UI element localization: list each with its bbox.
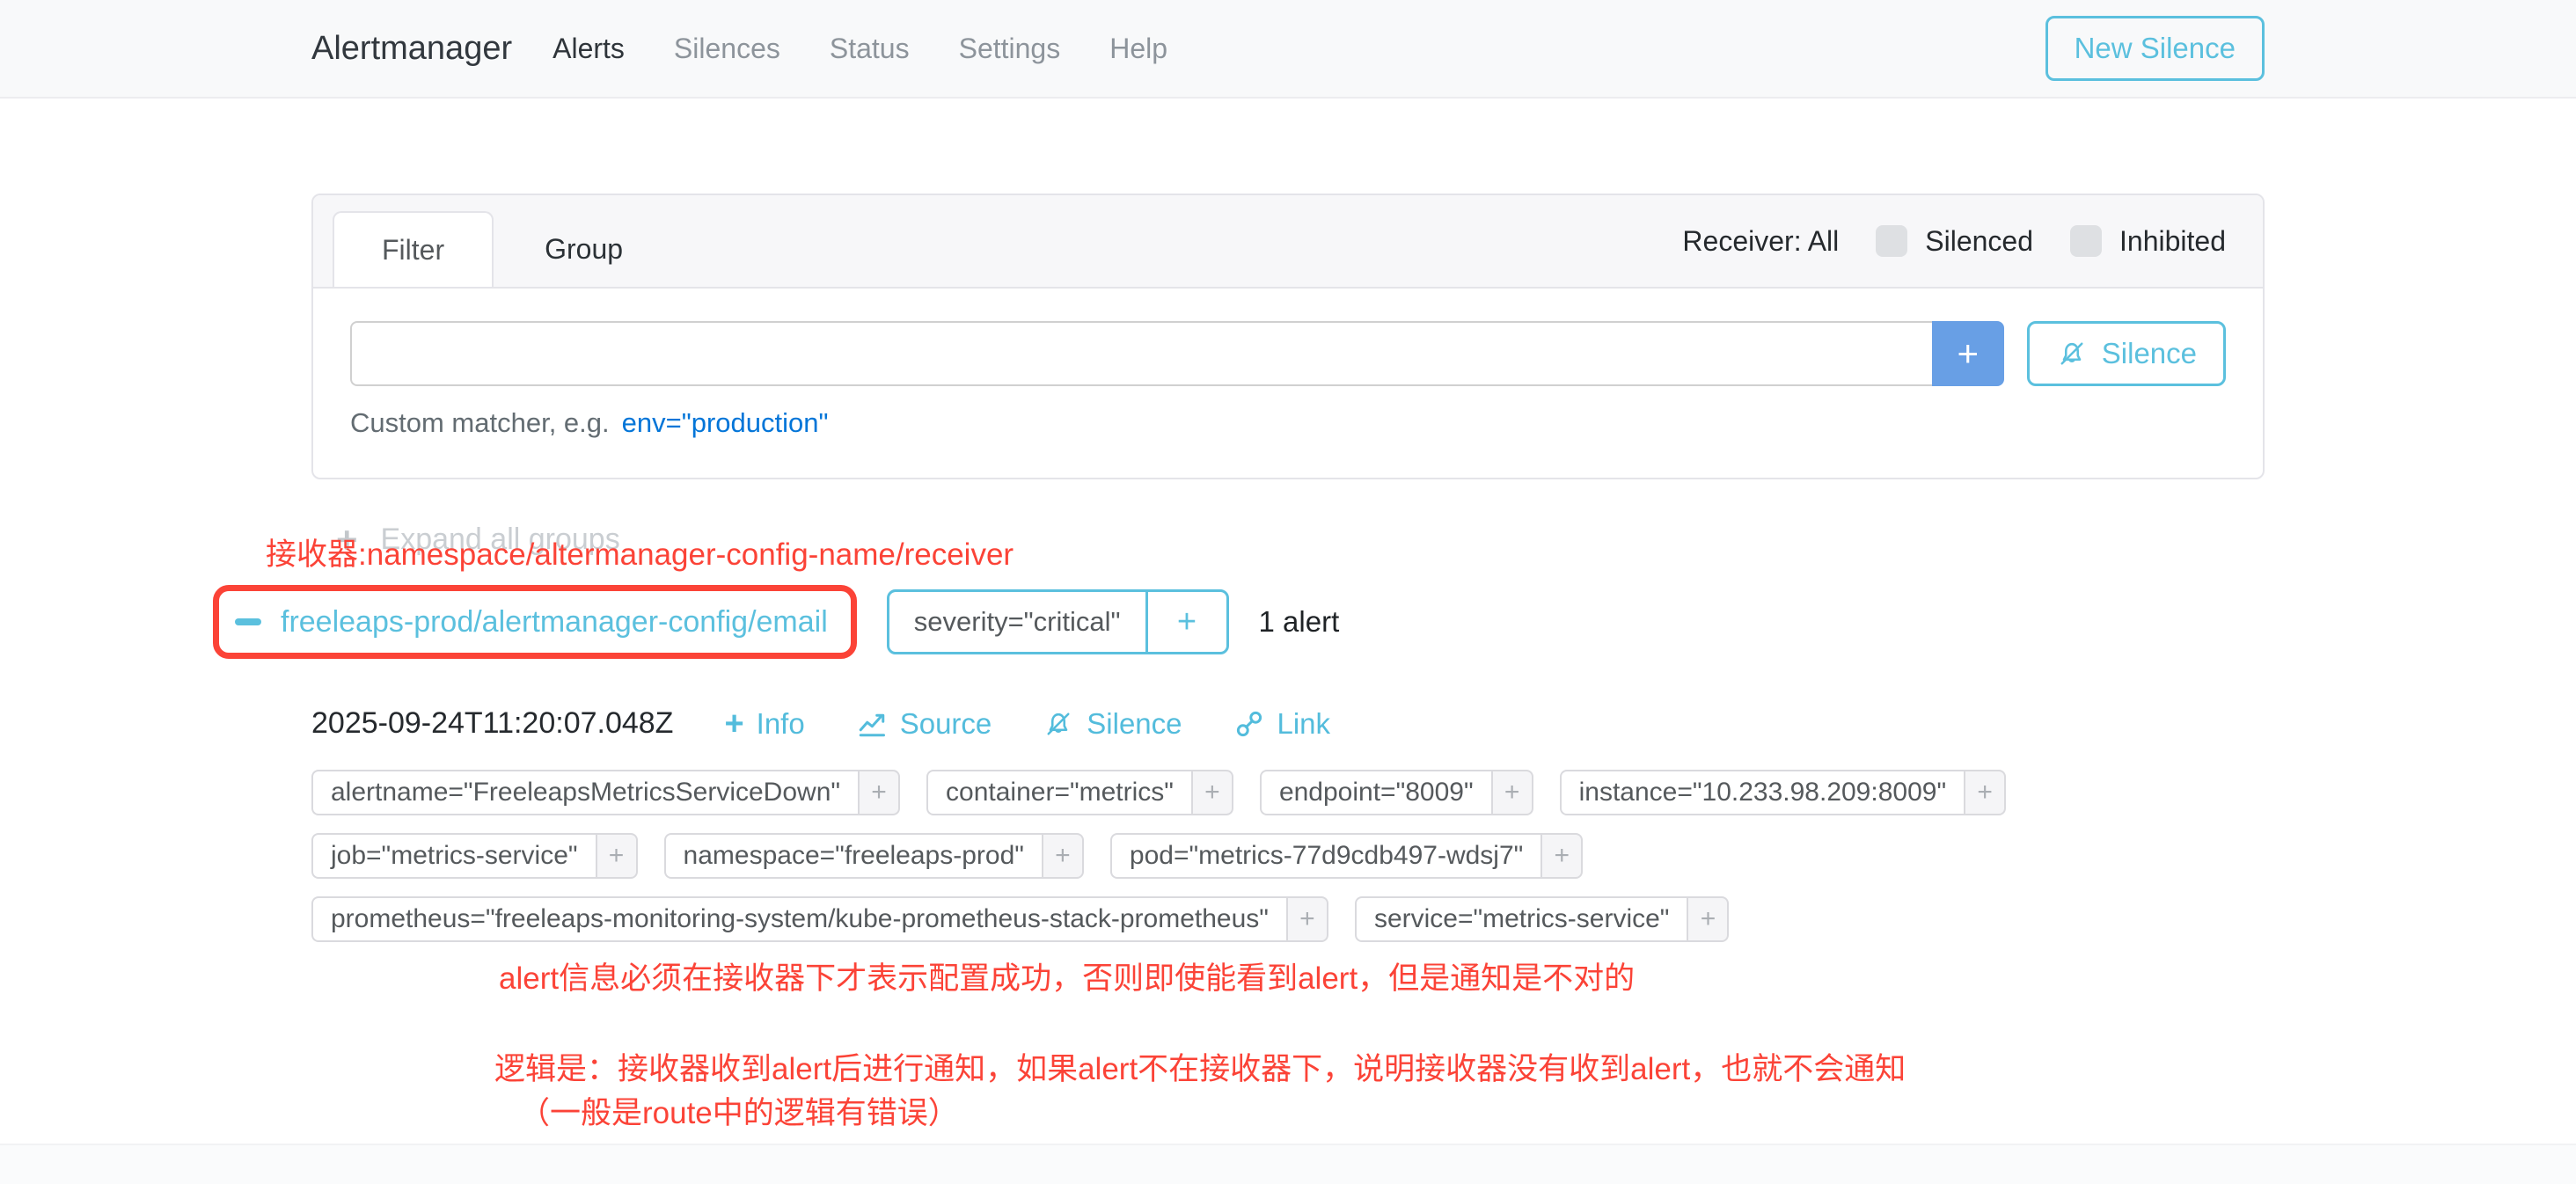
inhibited-checkbox[interactable] [2070,225,2102,257]
navbar-inner: Alertmanager Alerts Silences Status Sett… [311,16,2265,81]
navbar: Alertmanager Alerts Silences Status Sett… [0,0,2576,99]
alert-source-label: Source [900,707,992,741]
alert-link-label: Link [1277,707,1331,741]
group-matcher-add-button[interactable]: + [1145,592,1226,652]
minus-icon [235,618,261,625]
alert-info-button[interactable]: + Info [724,707,804,741]
alert-labels: alertname="FreeleapsMetricsServiceDown" … [311,770,2265,942]
silenced-checkbox-wrap[interactable]: Silenced [1876,225,2033,258]
filter-card-header: Filter Group Receiver: All Silenced Inhi… [313,195,2263,289]
label-chip-endpoint: endpoint="8009" + [1260,770,1533,815]
silenced-checkbox[interactable] [1876,225,1907,257]
nav-item-alerts[interactable]: Alerts [553,33,625,65]
app-brand[interactable]: Alertmanager [311,30,512,68]
inhibited-checkbox-wrap[interactable]: Inhibited [2070,225,2226,258]
annotation-logic-note: 逻辑是：接收器收到alert后进行通知，如果alert不在接收器下，说明接收器没… [494,1048,2265,1136]
alert-silence-label: Silence [1087,707,1182,741]
alert-link-button[interactable]: Link [1233,707,1331,741]
alert-count: 1 alert [1259,605,1340,639]
matcher-input-row: + Silence [350,321,2226,386]
annotation-logic-line1: 逻辑是：接收器收到alert后进行通知，如果alert不在接收器下，说明接收器没… [494,1048,2265,1092]
label-chip-namespace: namespace="freeleaps-prod" + [664,833,1084,879]
label-chip-alertname: alertname="FreeleapsMetricsServiceDown" … [311,770,900,815]
alert-group-row: freeleaps-prod/alertmanager-config/email… [213,585,2265,659]
group-matcher-chip: severity="critical" + [887,589,1229,654]
receiver-dropdown[interactable]: Receiver: All [1682,225,1839,258]
label-chip-add-button[interactable]: + [1687,896,1729,942]
label-chip-text: job="metrics-service" [311,833,596,879]
label-chip-service: service="metrics-service" + [1355,896,1730,942]
label-chip-instance: instance="10.233.98.209:8009" + [1560,770,2006,815]
label-chip-prometheus: prometheus="freeleaps-monitoring-system/… [311,896,1328,942]
tab-filter[interactable]: Filter [333,211,494,287]
annotation-receiver-note: 接收器:namespace/altermanager-config-name/r… [266,536,2265,574]
alert-timestamp: 2025-09-24T11:20:07.048Z [311,706,673,741]
alert-detail: 2025-09-24T11:20:07.048Z + Info Source [311,706,2265,942]
label-chip-text: endpoint="8009" [1260,770,1491,815]
group-receiver-label: freeleaps-prod/alertmanager-config/email [281,605,828,640]
alert-source-link[interactable]: Source [856,707,992,741]
silenced-checkbox-label: Silenced [1925,225,2033,258]
nav-item-settings[interactable]: Settings [959,33,1061,65]
group-receiver-button[interactable]: freeleaps-prod/alertmanager-config/email [235,599,828,645]
silence-button-label: Silence [2102,337,2197,370]
main-container: Filter Group Receiver: All Silenced Inhi… [311,194,2265,1136]
label-row: alertname="FreeleapsMetricsServiceDown" … [311,770,2265,815]
label-chip-add-button[interactable]: + [1491,770,1533,815]
label-chip-add-button[interactable]: + [596,833,638,879]
annotation-alert-note: alert信息必须在接收器下才表示配置成功，否则即使能看到alert，但是通知是… [499,960,2265,998]
label-chip-add-button[interactable]: + [1286,896,1328,942]
label-chip-add-button[interactable]: + [1191,770,1233,815]
filter-header-controls: Receiver: All Silenced Inhibited [1682,195,2226,287]
plus-icon: + [724,708,743,740]
label-chip-text: prometheus="freeleaps-monitoring-system/… [311,896,1286,942]
label-chip-text: service="metrics-service" [1355,896,1687,942]
matcher-input[interactable] [350,321,1932,386]
new-silence-button[interactable]: New Silence [2045,16,2265,81]
footer-band [0,1144,2576,1184]
bell-slash-icon [2056,338,2088,369]
chart-line-icon [856,708,888,740]
matcher-helper: Custom matcher, e.g. env="production" [350,407,2226,439]
alert-header-row: 2025-09-24T11:20:07.048Z + Info Source [311,706,2265,741]
alert-silence-button[interactable]: Silence [1043,707,1182,741]
chain-link-icon [1233,708,1265,740]
filter-card: Filter Group Receiver: All Silenced Inhi… [311,194,2265,479]
annotation-highlight-box: freeleaps-prod/alertmanager-config/email [213,585,857,659]
nav-links: Alerts Silences Status Settings Help [553,33,1167,65]
silence-button[interactable]: Silence [2027,321,2226,386]
group-matcher-label[interactable]: severity="critical" [889,592,1145,652]
nav-item-help[interactable]: Help [1109,33,1167,65]
label-chip-text: alertname="FreeleapsMetricsServiceDown" [311,770,858,815]
annotation-logic-line2: （一般是route中的逻辑有错误） [494,1092,2265,1136]
tab-group[interactable]: Group [494,211,674,287]
label-row: prometheus="freeleaps-monitoring-system/… [311,896,2265,942]
filter-tabs: Filter Group [333,211,674,287]
label-chip-text: namespace="freeleaps-prod" [664,833,1042,879]
helper-example-link[interactable]: env="production" [622,407,829,439]
nav-item-silences[interactable]: Silences [674,33,780,65]
label-chip-add-button[interactable]: + [1540,833,1583,879]
label-chip-container: container="metrics" + [926,770,1233,815]
label-chip-text: container="metrics" [926,770,1191,815]
label-chip-add-button[interactable]: + [1964,770,2006,815]
label-chip-add-button[interactable]: + [858,770,900,815]
alert-info-label: Info [757,707,805,741]
label-chip-job: job="metrics-service" + [311,833,638,879]
label-chip-add-button[interactable]: + [1042,833,1084,879]
bell-slash-icon [1043,708,1074,740]
label-chip-text: pod="metrics-77d9cdb497-wdsj7" [1110,833,1540,879]
label-chip-pod: pod="metrics-77d9cdb497-wdsj7" + [1110,833,1583,879]
label-row: job="metrics-service" + namespace="freel… [311,833,2265,879]
filter-card-body: + Silence Custom matcher, e.g. env="prod… [313,289,2263,478]
helper-text: Custom matcher, e.g. [350,407,610,439]
add-matcher-button[interactable]: + [1932,321,2004,386]
inhibited-checkbox-label: Inhibited [2119,225,2226,258]
label-chip-text: instance="10.233.98.209:8009" [1560,770,1964,815]
nav-item-status[interactable]: Status [830,33,910,65]
